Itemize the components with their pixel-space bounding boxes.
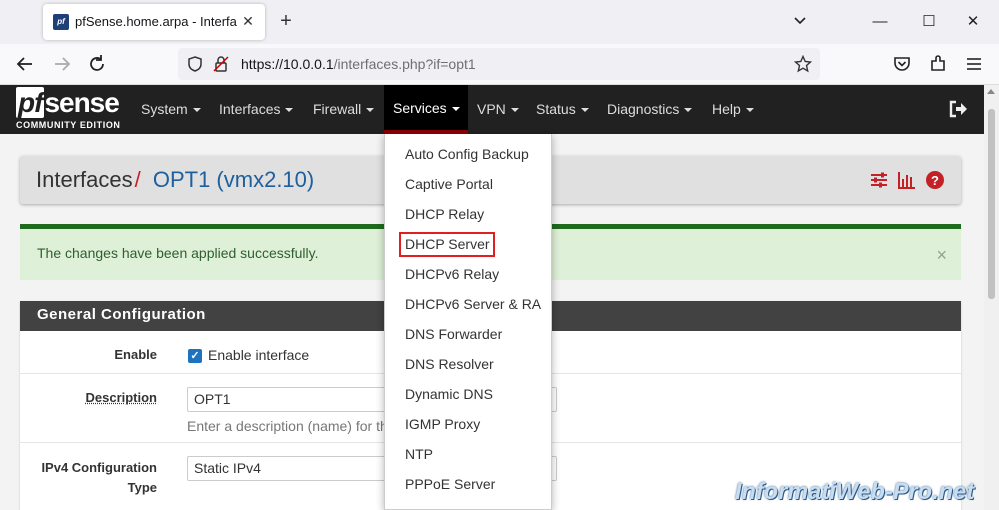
logout-icon[interactable] [948,99,968,119]
reload-icon[interactable] [86,53,108,75]
dropdown-item-dynamic-dns[interactable]: Dynamic DNS [405,384,493,404]
dropdown-item-dhcpv6-relay[interactable]: DHCPv6 Relay [405,264,499,284]
caret-down-icon [451,107,460,112]
minimize-icon[interactable]: — [868,10,892,34]
extensions-icon[interactable] [927,53,949,75]
alert-message: The changes have been applied successful… [37,245,319,261]
caret-down-icon [510,108,519,113]
menu-vpn[interactable]: VPN [469,85,527,134]
pfsense-logo[interactable]: pfsense COMMUNITY EDITION [16,87,124,132]
breadcrumb: Interfaces/ OPT1 (vmx2.10) [36,167,314,193]
dropdown-item-dns-forwarder[interactable]: DNS Forwarder [405,324,502,344]
dropdown-item-dhcp-relay[interactable]: DHCP Relay [405,204,484,224]
enable-label: Enable [114,347,157,362]
enable-checkbox-label[interactable]: Enable interface [208,347,309,363]
shield-icon[interactable] [186,55,204,73]
dropdown-item-ntp[interactable]: NTP [405,444,433,464]
close-window-icon[interactable]: ✕ [961,10,985,34]
caret-down-icon [580,108,589,113]
dropdown-item-dhcpv6-server-ra[interactable]: DHCPv6 Server & RA [405,294,541,314]
menu-system[interactable]: System [133,85,209,134]
pocket-icon[interactable] [891,53,913,75]
enable-checkbox[interactable]: ✓ [188,349,202,363]
caret-down-icon [285,108,294,113]
dhcp-server-highlight-box [399,232,495,257]
browser-tab[interactable]: pf pfSense.home.arpa - Interfaces: OPT1 … [43,4,265,40]
maximize-icon[interactable]: ☐ [917,10,941,34]
pfsense-favicon-icon: pf [53,14,69,30]
panel-title: General Configuration [37,306,206,323]
pfsense-top-nav: pfsense COMMUNITY EDITION System Interfa… [0,85,984,134]
page-scrollbar[interactable] [984,85,999,510]
breadcrumb-root[interactable]: Interfaces [36,167,133,192]
menu-interfaces[interactable]: Interfaces [211,85,301,134]
address-bar[interactable]: https://10.0.0.1/interfaces.php?if=opt1 [178,48,820,80]
help-circle-icon[interactable]: ? [925,170,945,190]
menu-help[interactable]: Help [704,85,762,134]
dropdown-item-dns-resolver[interactable]: DNS Resolver [405,354,494,374]
menu-firewall[interactable]: Firewall [305,85,382,134]
caret-down-icon [366,108,375,113]
scroll-up-icon[interactable] [987,89,995,94]
browser-nav-bar: https://10.0.0.1/interfaces.php?if=opt1 [0,44,999,85]
breadcrumb-icons: ? [869,170,947,190]
alert-close-icon[interactable]: × [936,245,947,265]
ipv4-label: IPv4 Configuration Type [41,460,157,495]
forward-icon[interactable] [51,53,73,75]
caret-down-icon [192,108,201,113]
list-all-tabs-icon[interactable] [791,12,809,30]
url-text[interactable]: https://10.0.0.1/interfaces.php?if=opt1 [241,56,476,72]
watermark: InformatiWeb-Pro.net [735,478,975,504]
browser-tab-strip: pf pfSense.home.arpa - Interfaces: OPT1 … [0,0,999,44]
hamburger-menu-icon[interactable] [963,53,985,75]
bookmark-star-icon[interactable] [794,55,812,73]
dropdown-item-igmp-proxy[interactable]: IGMP Proxy [405,414,480,434]
dropdown-item-auto-config-backup[interactable]: Auto Config Backup [405,144,529,164]
lock-warning-icon[interactable] [212,55,230,73]
dropdown-item-captive-portal[interactable]: Captive Portal [405,174,493,194]
back-icon[interactable] [14,53,36,75]
new-tab-icon[interactable]: + [276,11,296,31]
scroll-thumb[interactable] [988,109,995,299]
caret-down-icon [684,108,693,113]
svg-text:?: ? [931,173,939,188]
description-label: Description [85,390,157,405]
tab-close-icon[interactable]: ✕ [239,12,257,30]
menu-status[interactable]: Status [528,85,597,134]
menu-diagnostics[interactable]: Diagnostics [599,85,700,134]
bar-chart-icon[interactable] [897,170,917,190]
logo-pf: pf [16,87,45,118]
caret-down-icon [745,108,754,113]
dropdown-item-pppoe-server[interactable]: PPPoE Server [405,474,495,494]
tab-title: pfSense.home.arpa - Interfaces: OPT1 [75,14,237,29]
description-help: Enter a description (name) for the inter… [187,418,387,434]
settings-sliders-icon[interactable] [869,170,889,190]
breadcrumb-separator: / [134,167,141,192]
menu-services[interactable]: Services [384,85,468,134]
logo-sense: sense [44,87,119,118]
logo-edition: COMMUNITY EDITION [16,120,121,130]
breadcrumb-current[interactable]: OPT1 (vmx2.10) [153,167,314,192]
services-dropdown: Auto Config Backup Captive Portal DHCP R… [384,134,552,510]
